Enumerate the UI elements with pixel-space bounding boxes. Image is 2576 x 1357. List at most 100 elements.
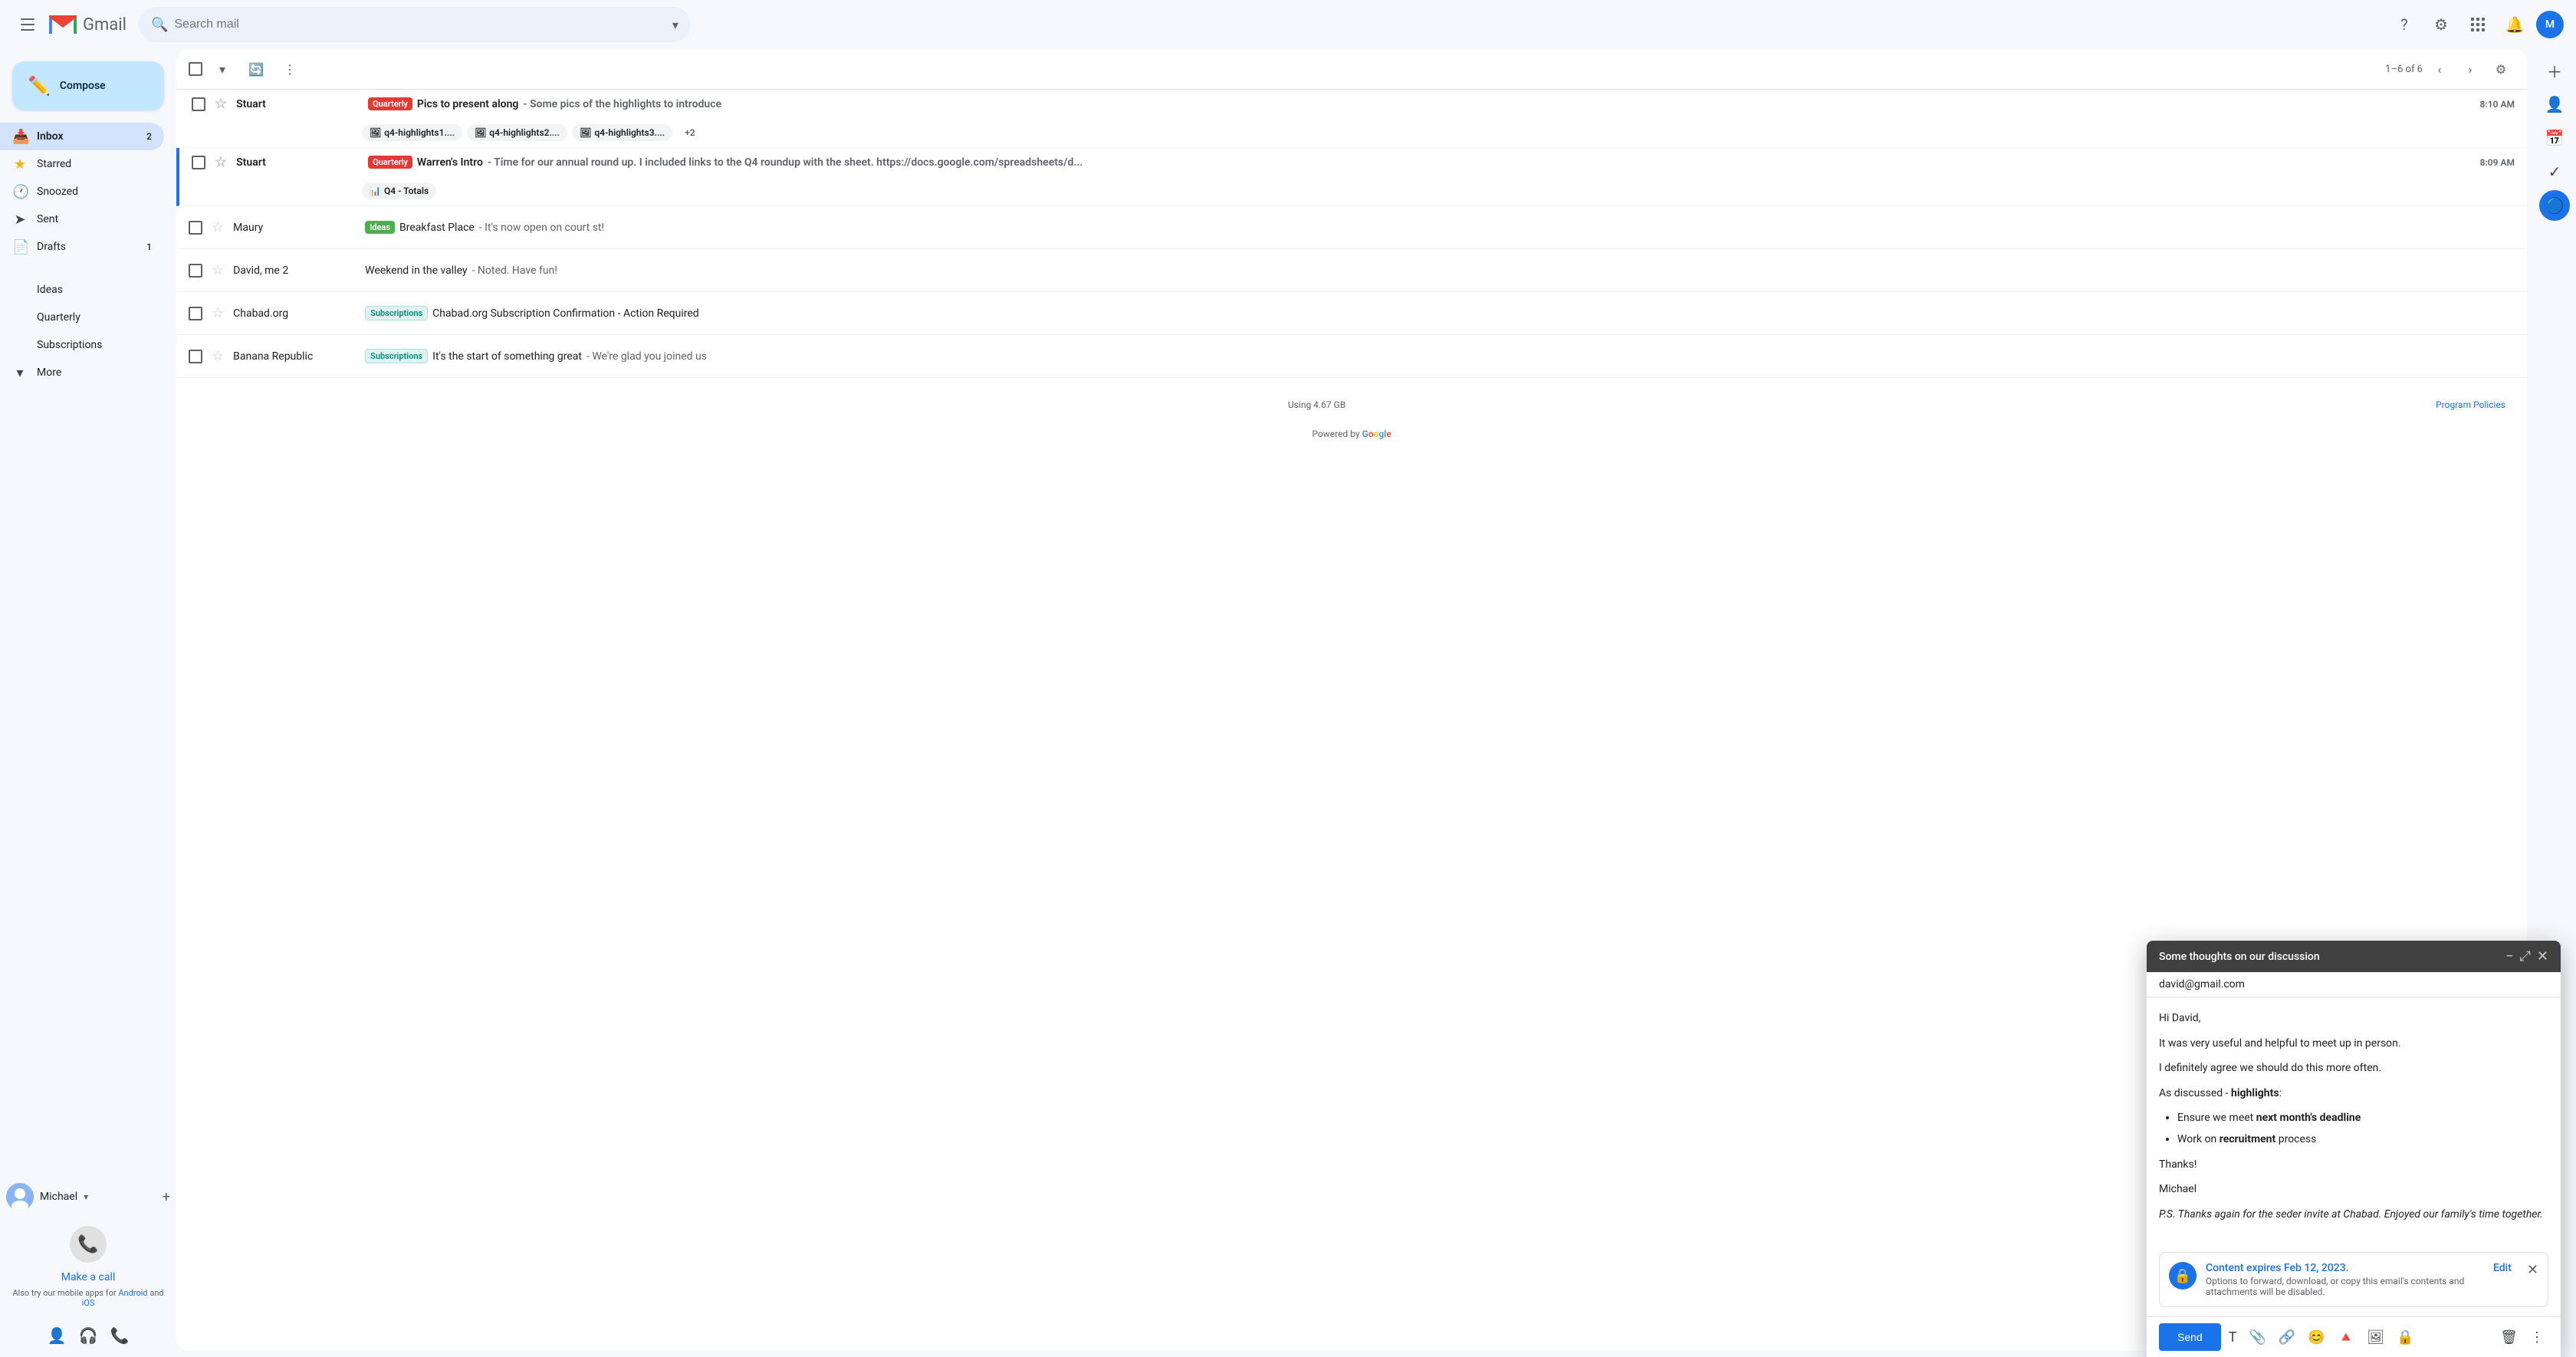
help-icon[interactable]: ?: [2389, 9, 2420, 40]
compose-maximize-icon[interactable]: ⤢: [2520, 948, 2531, 964]
sidebar-item-starred[interactable]: ★ Starred: [0, 150, 164, 178]
email-checkbox-1[interactable]: [192, 97, 205, 111]
star-icon-4[interactable]: ☆: [212, 262, 224, 278]
label-subscriptions-5: Subscriptions: [365, 306, 428, 320]
call-icon[interactable]: 📞: [110, 1326, 129, 1345]
subject-2: Warren's Intro: [417, 156, 483, 169]
search-bar[interactable]: 🔍 ▾: [139, 7, 691, 42]
search-dropdown-icon[interactable]: ▾: [672, 18, 678, 32]
table-row[interactable]: ☆ David, me 2 Weekend in the valley - No…: [176, 249, 2527, 292]
compose-window: Some thoughts on our discussion − ⤢ ✕ da…: [2147, 941, 2561, 1357]
attachment-sheet[interactable]: 📊 Q4 - Totals: [362, 182, 436, 199]
prev-page-btn[interactable]: ‹: [2426, 55, 2453, 83]
expiry-banner: 🔒 Content expires Feb 12, 2023. Options …: [2159, 1252, 2548, 1307]
star-icon-3[interactable]: ☆: [212, 219, 224, 235]
user-avatar[interactable]: M: [2536, 11, 2564, 38]
star-icon-1[interactable]: ☆: [215, 96, 227, 112]
table-row[interactable]: ☆ Chabad.org Subscriptions Chabad.org Su…: [176, 292, 2527, 335]
star-icon-5[interactable]: ☆: [212, 305, 224, 321]
compose-ps: P.S. Thanks again for the seder invite a…: [2159, 1206, 2548, 1223]
list-more-btn[interactable]: ⋮: [276, 55, 304, 83]
attachment-more[interactable]: +2: [677, 124, 702, 141]
attachment-chip-3[interactable]: 🖼 q4-highlights3....: [572, 124, 672, 141]
compose-window-title: Some thoughts on our discussion: [2159, 951, 2505, 963]
compose-minimize-icon[interactable]: −: [2505, 948, 2513, 964]
sidebar-item-ideas[interactable]: Ideas: [0, 276, 164, 304]
email-content-3: Ideas Breakfast Place - It's now open on…: [365, 221, 2515, 234]
right-panel-contacts-icon[interactable]: 👤: [2539, 89, 2570, 120]
email-checkbox-5[interactable]: [189, 307, 202, 320]
attachment-chip-1[interactable]: 🖼 q4-highlights1....: [362, 124, 462, 141]
right-panel-meet-icon[interactable]: 🔵: [2539, 190, 2570, 221]
attach-icon[interactable]: 📎: [2244, 1325, 2270, 1350]
delete-draft-icon[interactable]: 🗑: [2496, 1325, 2522, 1350]
right-panel-tasks-icon[interactable]: ✓: [2539, 156, 2570, 187]
android-link[interactable]: Android: [118, 1288, 147, 1298]
table-row[interactable]: ☆ Maury Ideas Breakfast Place - It's now…: [176, 206, 2527, 249]
confidential-icon[interactable]: 🔒: [2392, 1325, 2418, 1350]
ios-link[interactable]: iOS: [82, 1298, 95, 1308]
emoji-icon[interactable]: 😊: [2303, 1325, 2329, 1350]
settings-icon[interactable]: ⚙: [2426, 9, 2456, 40]
right-panel-add-icon[interactable]: ＋: [2539, 55, 2570, 86]
link-icon[interactable]: 🔗: [2274, 1325, 2300, 1350]
compose-close-icon[interactable]: ✕: [2537, 948, 2548, 964]
expiry-close-btn[interactable]: ✕: [2527, 1262, 2538, 1278]
sidebar-item-inbox[interactable]: 📥 Inbox 2: [0, 123, 164, 150]
star-icon-2[interactable]: ☆: [215, 154, 227, 170]
formatting-icon[interactable]: T: [2224, 1325, 2242, 1350]
right-panel-calendar-icon[interactable]: 📅: [2539, 123, 2570, 153]
user-row[interactable]: Michael ▾ +: [6, 1177, 170, 1217]
sidebar: ✏️ Compose 📥 Inbox 2 ★ Starred 🕐 Snoozed…: [0, 49, 176, 1357]
menu-icon[interactable]: [12, 9, 43, 40]
email-checkbox-6[interactable]: [189, 350, 202, 363]
more-options-icon: ⋮: [284, 62, 296, 77]
compose-signature: Michael: [2159, 1181, 2548, 1198]
compose-body[interactable]: Hi David, It was very useful and helpful…: [2147, 997, 2561, 1243]
drive-icon[interactable]: 🔺: [2333, 1325, 2359, 1350]
add-account-icon[interactable]: +: [163, 1189, 170, 1205]
email-list-footer: Using 4.67 GB Program Policies Powered b…: [176, 378, 2527, 461]
storage-label: Using 4.67 GB: [1288, 399, 1346, 410]
make-call-link[interactable]: Make a call: [61, 1271, 116, 1283]
user-small-avatar: [6, 1183, 34, 1211]
sidebar-item-sent[interactable]: ➤ Sent: [0, 205, 164, 233]
contacts-icon[interactable]: 👤: [48, 1326, 67, 1345]
refresh-btn[interactable]: 🔄: [242, 55, 270, 83]
apps-grid-icon[interactable]: [2463, 9, 2493, 40]
table-row[interactable]: ☆ Stuart Quarterly Warren's Intro - Time…: [176, 148, 2527, 206]
sidebar-item-drafts[interactable]: 📄 Drafts 1: [0, 233, 164, 261]
headphones-icon[interactable]: 🎧: [79, 1326, 98, 1345]
program-policies-link[interactable]: Program Policies: [2436, 399, 2505, 410]
sidebar-item-quarterly[interactable]: Quarterly: [0, 304, 164, 331]
select-all-checkbox[interactable]: [189, 62, 202, 76]
table-row[interactable]: ☆ Banana Republic Subscriptions It's the…: [176, 335, 2527, 378]
settings-gear-btn[interactable]: ⚙: [2487, 55, 2515, 83]
subject-5: Chabad.org Subscription Confirmation - A…: [432, 307, 699, 320]
star-icon-6[interactable]: ☆: [212, 348, 224, 364]
sidebar-item-subscriptions[interactable]: Subscriptions: [0, 331, 164, 359]
compose-header-icons: − ⤢ ✕: [2505, 948, 2548, 964]
search-input[interactable]: [174, 18, 666, 31]
more-options-compose-icon[interactable]: ⋮: [2525, 1325, 2548, 1350]
compose-button[interactable]: ✏️ Compose: [12, 61, 164, 110]
expiry-edit-btn[interactable]: Edit: [2493, 1262, 2512, 1274]
attachment-icon: 🖼: [580, 127, 591, 138]
send-button[interactable]: Send: [2159, 1323, 2221, 1351]
list-header-left: ▾ 🔄 ⋮: [189, 55, 304, 83]
compose-header[interactable]: Some thoughts on our discussion − ⤢ ✕: [2147, 941, 2561, 972]
email-checkbox-3[interactable]: [189, 221, 202, 235]
email-checkbox-4[interactable]: [189, 264, 202, 278]
email-checkbox-2[interactable]: [192, 156, 205, 169]
table-row[interactable]: ☆ Stuart Quarterly Pics to present along…: [176, 90, 2527, 148]
next-page-btn[interactable]: ›: [2456, 55, 2484, 83]
select-dropdown-btn[interactable]: ▾: [209, 55, 236, 83]
sidebar-item-snoozed[interactable]: 🕐 Snoozed: [0, 178, 164, 205]
image-icon[interactable]: 🖼: [2362, 1325, 2389, 1350]
attachment-chip-2[interactable]: 🖼 q4-highlights2....: [467, 124, 567, 141]
notifications-icon[interactable]: 🔔: [2499, 9, 2530, 40]
sidebar-item-more[interactable]: ▾ More: [0, 359, 164, 386]
user-dropdown-icon[interactable]: ▾: [84, 1191, 88, 1202]
sender-label-4: David, me 2: [233, 264, 356, 277]
toolbar-right-icons: 🗑 ⋮: [2496, 1325, 2548, 1350]
